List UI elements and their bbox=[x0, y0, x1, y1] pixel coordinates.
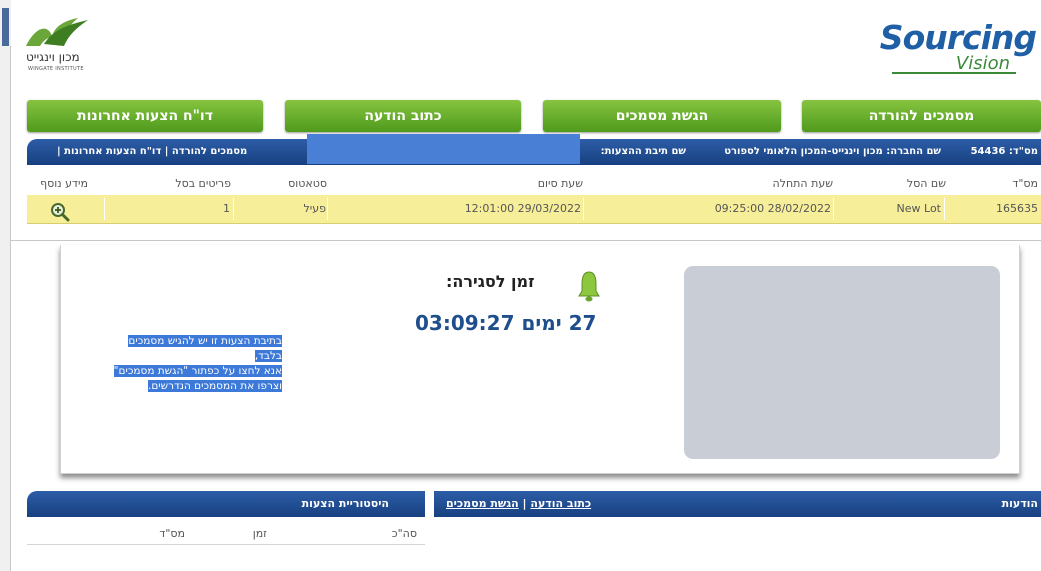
col-header-id: מס"ד bbox=[1012, 177, 1038, 190]
col-header-end-time: שעת סיום bbox=[537, 177, 583, 190]
wingate-logo-mark bbox=[26, 18, 88, 46]
left-edge-line bbox=[10, 46, 11, 571]
history-header-line bbox=[27, 544, 425, 545]
countdown-timer: 27 ימים 03:09:27 bbox=[415, 311, 597, 335]
messages-bar: הודעות כתוב הודעה | הגשת מסמכים bbox=[434, 491, 1041, 517]
company-name: שם החברה: מכון וינגייט-המכון הלאומי לספו… bbox=[724, 146, 941, 157]
row-separator bbox=[944, 198, 945, 220]
history-col-total: סה"כ bbox=[391, 527, 417, 540]
wingate-logo-hebrew: מכון וינגייט bbox=[26, 50, 80, 64]
offers-history-bar: היסטוריית הצעות bbox=[27, 491, 425, 517]
time-to-close-label: זמן לסגירה: bbox=[446, 272, 535, 291]
row-separator bbox=[233, 198, 234, 220]
bell-icon bbox=[578, 271, 600, 302]
instructions-note: בתיבת הצעות זו יש להגיש מסמכים בלבד, אנא… bbox=[98, 334, 282, 394]
zoom-in-icon[interactable] bbox=[50, 202, 70, 222]
note-line: אנא לחצו על כפתור "הגשת מסמכים" bbox=[113, 365, 282, 377]
row-status: פעיל bbox=[303, 202, 326, 215]
logo-underline bbox=[892, 72, 1016, 74]
col-header-status: סטאטוס bbox=[288, 177, 327, 190]
row-separator bbox=[104, 198, 105, 220]
wingate-logo: מכון וינגייט WINGATE INSTITUTE bbox=[22, 16, 102, 76]
col-header-lot-name: שם הסל bbox=[906, 177, 946, 190]
note-line: בתיבת הצעות זו יש להגיש מסמכים בלבד, bbox=[128, 335, 282, 362]
submit-documents-button[interactable]: הגשת מסמכים bbox=[543, 100, 781, 132]
bottom-submit-documents-link[interactable]: הגשת מסמכים bbox=[446, 497, 519, 510]
logo-vision-text: Vision bbox=[955, 53, 1010, 74]
col-header-more-info: מידע נוסף bbox=[40, 177, 88, 190]
recent-offers-report-button[interactable]: דו"ח הצעות אחרונות bbox=[27, 100, 263, 132]
offers-history-title: היסטוריית הצעות bbox=[301, 497, 389, 510]
row-separator bbox=[327, 198, 328, 220]
row-items-count: 1 bbox=[223, 202, 230, 215]
row-end-time: 12:01:00 29/03/2022 bbox=[464, 202, 581, 215]
messages-links: כתוב הודעה | הגשת מסמכים bbox=[446, 491, 591, 517]
wingate-logo-english: WINGATE INSTITUTE bbox=[28, 66, 84, 72]
row-separator bbox=[833, 198, 834, 220]
tender-id: מס"ד: 54436 bbox=[970, 146, 1038, 157]
history-col-time: זמן bbox=[252, 527, 267, 540]
redacted-box-name bbox=[307, 134, 580, 164]
note-line: וצרפו את המסמכים הנדרשים. bbox=[148, 380, 282, 392]
col-header-items: פריטים בסל bbox=[175, 177, 231, 190]
history-col-id: מס"ד bbox=[159, 527, 185, 540]
row-start-time: 09:25:00 28/02/2022 bbox=[714, 202, 831, 215]
offers-box-name-label: שם תיבת ההצעות: bbox=[600, 146, 686, 157]
header-quick-links[interactable]: מסמכים להורדה | דו"ח הצעות אחרונות | bbox=[57, 139, 247, 165]
bottom-write-message-link[interactable]: כתוב הודעה bbox=[530, 497, 591, 510]
documents-download-button[interactable]: מסמכים להורדה bbox=[802, 100, 1041, 132]
left-edge-marker bbox=[2, 8, 9, 46]
links-separator: | bbox=[522, 497, 527, 510]
image-placeholder bbox=[684, 266, 1000, 459]
logo-sourcing-text: Sourcing bbox=[879, 18, 1037, 57]
messages-title: הודעות bbox=[1001, 497, 1038, 510]
section-divider bbox=[11, 240, 1041, 241]
row-id: 165635 bbox=[996, 202, 1038, 215]
row-lot-name[interactable]: New Lot bbox=[897, 202, 941, 215]
sourcing-vision-logo: Sourcing Vision bbox=[880, 18, 1040, 78]
row-separator bbox=[583, 198, 584, 220]
write-message-button[interactable]: כתוב הודעה bbox=[285, 100, 521, 132]
col-header-start-time: שעת התחלה bbox=[772, 177, 833, 190]
